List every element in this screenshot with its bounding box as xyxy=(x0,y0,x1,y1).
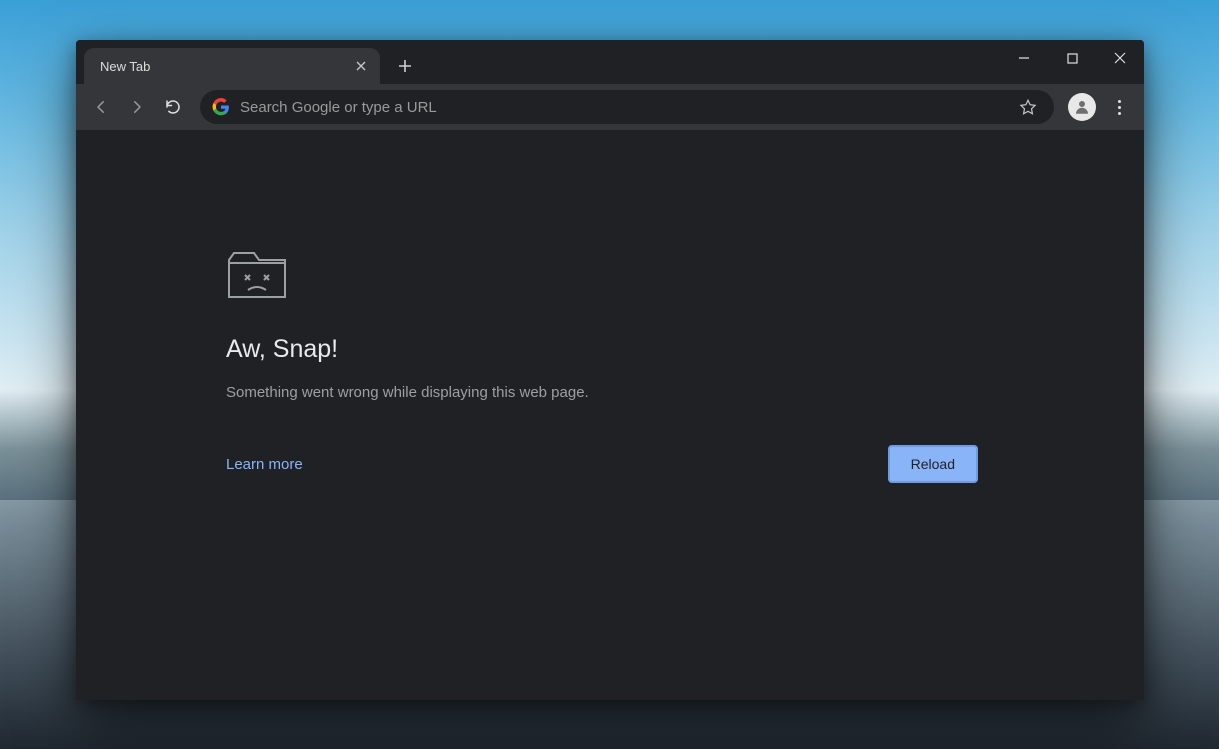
maximize-button[interactable] xyxy=(1048,40,1096,76)
forward-button[interactable] xyxy=(120,90,154,124)
tab-title: New Tab xyxy=(100,59,352,74)
error-title: Aw, Snap! xyxy=(226,335,978,364)
kebab-menu-icon[interactable] xyxy=(1102,90,1136,124)
minimize-button[interactable] xyxy=(1000,40,1048,76)
close-tab-icon[interactable] xyxy=(352,57,370,75)
reload-button[interactable]: Reload xyxy=(888,445,978,483)
toolbar xyxy=(76,84,1144,130)
error-panel: Aw, Snap! Something went wrong while dis… xyxy=(226,248,978,483)
google-icon xyxy=(212,98,230,116)
reload-icon-button[interactable] xyxy=(156,90,190,124)
browser-window: New Tab xyxy=(76,40,1144,700)
tab-new-tab[interactable]: New Tab xyxy=(84,48,380,84)
window-controls xyxy=(1000,40,1144,76)
desktop-wallpaper: New Tab xyxy=(0,0,1219,749)
error-message: Something went wrong while displaying th… xyxy=(226,384,978,401)
page-content: Aw, Snap! Something went wrong while dis… xyxy=(76,130,1144,700)
address-bar[interactable] xyxy=(200,90,1054,124)
learn-more-link[interactable]: Learn more xyxy=(226,456,303,473)
sad-folder-icon xyxy=(226,248,978,305)
tab-strip: New Tab xyxy=(76,40,1144,84)
profile-avatar[interactable] xyxy=(1068,93,1096,121)
close-window-button[interactable] xyxy=(1096,40,1144,76)
bookmark-star-icon[interactable] xyxy=(1014,93,1042,121)
back-button[interactable] xyxy=(84,90,118,124)
new-tab-button[interactable] xyxy=(390,51,420,81)
error-actions: Learn more Reload xyxy=(226,445,978,483)
url-input[interactable] xyxy=(240,99,1004,116)
